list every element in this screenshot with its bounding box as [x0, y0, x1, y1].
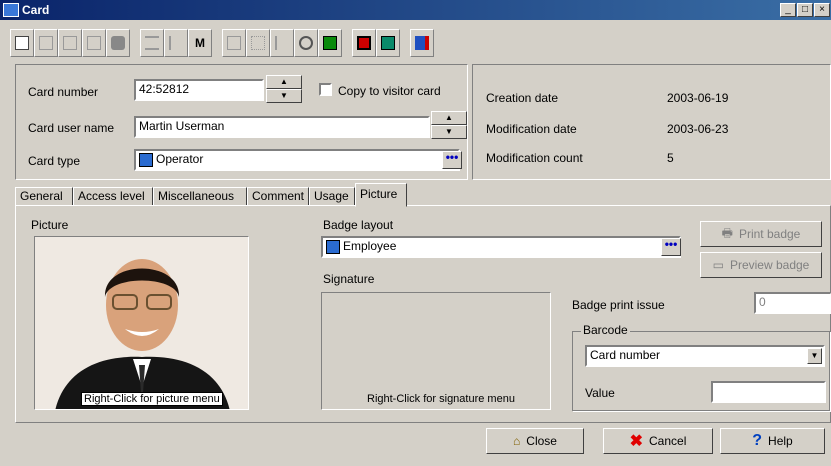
tab-comment[interactable]: Comment: [247, 187, 309, 206]
creation-date-label: Creation date: [486, 91, 559, 105]
picture-tab-panel: Picture Right-Click for picture menu Bad…: [15, 205, 831, 423]
picture-label: Picture: [31, 218, 69, 232]
window-title: Card: [22, 3, 50, 17]
signature-hint: Right-Click for signature menu: [367, 393, 515, 405]
table-icon[interactable]: [246, 29, 270, 57]
delete-icon[interactable]: [82, 29, 106, 57]
card-user-name-field[interactable]: Martin Userman: [134, 116, 430, 138]
copy-visitor-label: Copy to visitor card: [338, 84, 441, 98]
printer-icon: 🖶: [721, 225, 733, 240]
badge-layout-field[interactable]: Employee: [321, 236, 681, 258]
card-type-value: Operator: [156, 152, 204, 166]
list-icon[interactable]: [140, 29, 164, 57]
card-type-label: Card type: [28, 154, 81, 168]
picture-box[interactable]: Right-Click for picture menu: [34, 236, 249, 410]
badge-layout-browse-button[interactable]: •••: [661, 238, 681, 256]
edit-icon[interactable]: [164, 29, 188, 57]
modification-date-label: Modification date: [486, 122, 577, 136]
person-photo: [35, 237, 248, 409]
badge-print-issue-label: Badge print issue: [572, 298, 665, 312]
card-user-name-label: Card user name: [28, 121, 115, 135]
help-question-icon: ?: [752, 432, 763, 449]
cards-icon[interactable]: [376, 29, 400, 57]
preview-icon: ▭: [712, 258, 724, 272]
badge-layout-label: Badge layout: [323, 218, 394, 232]
card-panel: Card number 42:52812 ▲ ▼ Copy to visitor …: [15, 64, 468, 180]
print-icon[interactable]: [106, 29, 130, 57]
tab-picture[interactable]: Picture: [355, 183, 407, 207]
signature-label: Signature: [323, 272, 375, 286]
value-field[interactable]: [711, 381, 826, 403]
print-badge-label: Print badge: [738, 227, 801, 241]
barcode-label: Barcode: [581, 323, 630, 337]
creation-date-value: 2003-06-19: [667, 91, 729, 105]
copy-icon[interactable]: [58, 29, 82, 57]
network-icon[interactable]: [294, 29, 318, 57]
cancel-label: Cancel: [649, 434, 687, 448]
card-number-spinner[interactable]: ▲ ▼: [266, 75, 302, 103]
copy-visitor-checkbox[interactable]: [319, 83, 332, 96]
card-number-field[interactable]: 42:52812: [134, 79, 264, 101]
badge-print-issue-field: 0: [754, 292, 831, 314]
card-type-field[interactable]: Operator: [134, 149, 460, 171]
modification-count-value: 5: [667, 151, 674, 165]
binoculars-icon[interactable]: [222, 29, 246, 57]
card-number-label: Card number: [28, 85, 99, 99]
close-label: Close: [526, 434, 557, 448]
modification-count-label: Modification count: [486, 151, 583, 165]
close-window-button[interactable]: ×: [814, 3, 830, 17]
barcode-select[interactable]: Card number ▼: [585, 345, 825, 367]
chevron-down-icon[interactable]: ▼: [807, 348, 822, 364]
badge-layout-icon: [326, 240, 340, 254]
maximize-button[interactable]: □: [797, 3, 813, 17]
save-icon[interactable]: [34, 29, 58, 57]
info-panel: Creation date 2003-06-19 Modification da…: [472, 64, 831, 180]
new-icon[interactable]: [10, 29, 34, 57]
card-type-browse-button[interactable]: •••: [442, 151, 462, 169]
tools-icon[interactable]: [270, 29, 294, 57]
signature-box[interactable]: Right-Click for signature menu: [321, 292, 551, 410]
find-icon[interactable]: M: [188, 29, 212, 57]
card-type-icon: [139, 153, 153, 167]
tab-miscellaneous[interactable]: Miscellaneous: [153, 187, 247, 206]
help-label: Help: [768, 434, 793, 448]
report-icon[interactable]: [352, 29, 376, 57]
door-icon: ⌂: [513, 434, 521, 448]
tab-usage[interactable]: Usage: [309, 187, 355, 206]
badge-layout-value: Employee: [343, 239, 397, 253]
card-user-spinner[interactable]: ▲ ▼: [431, 111, 467, 139]
print-badge-button[interactable]: 🖶 Print badge: [700, 221, 822, 247]
preview-badge-button[interactable]: ▭ Preview badge: [700, 252, 822, 278]
grid-icon[interactable]: [318, 29, 342, 57]
close-button[interactable]: ⌂ Close: [486, 428, 584, 454]
card-window: Card _ □ × M Card number 42:52812 ▲ ▼ Cop…: [0, 0, 831, 466]
modification-date-value: 2003-06-23: [667, 122, 729, 136]
help-button[interactable]: ? Help: [720, 428, 825, 454]
card-app-icon: [3, 3, 19, 17]
minimize-button[interactable]: _: [780, 3, 796, 17]
toolbar: M: [10, 29, 485, 61]
tab-access-level[interactable]: Access level: [73, 187, 153, 206]
value-label: Value: [585, 386, 615, 400]
preview-badge-label: Preview badge: [729, 258, 810, 272]
barcode-value: Card number: [590, 348, 661, 362]
tab-general[interactable]: General: [15, 187, 73, 206]
cancel-x-icon: ✖: [629, 433, 644, 450]
badge-icon[interactable]: [410, 29, 434, 57]
picture-hint: Right-Click for picture menu: [81, 392, 223, 406]
barcode-group: Barcode Card number ▼ Value: [572, 323, 830, 411]
cancel-button[interactable]: ✖ Cancel: [603, 428, 713, 454]
title-bar: Card _ □ ×: [0, 0, 831, 20]
